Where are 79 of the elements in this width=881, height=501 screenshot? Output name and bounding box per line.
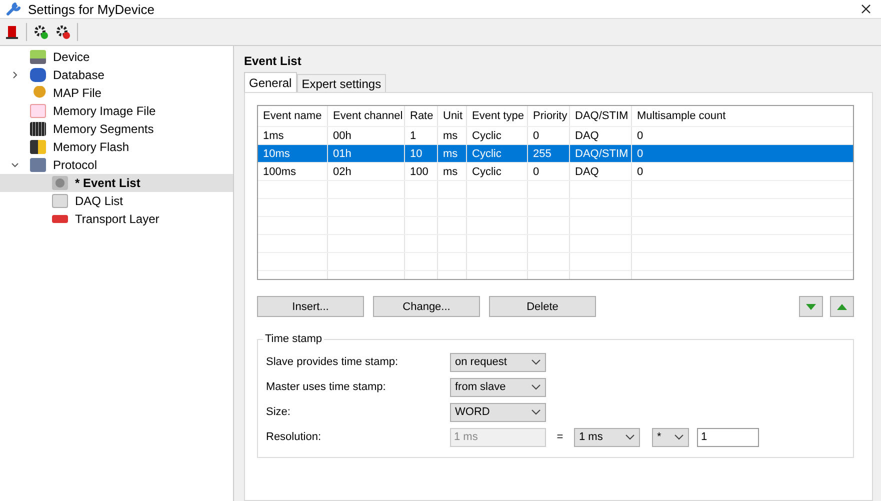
column-header[interactable]: Unit (438, 106, 467, 126)
close-icon[interactable] (861, 4, 871, 14)
flash-icon (30, 140, 46, 154)
tree-item[interactable]: Database (0, 66, 233, 84)
action-button[interactable]: Delete (489, 296, 596, 317)
table-cell: DAQ (570, 127, 632, 144)
tree-item[interactable]: Transport Layer (0, 210, 233, 228)
device-icon (30, 50, 46, 64)
table-cell: ms (438, 145, 467, 162)
wrench-icon (6, 1, 22, 17)
field-label: Size: (266, 406, 292, 418)
panel-title: Event List (244, 54, 302, 70)
table-cell-text: 0 (636, 146, 644, 162)
tree-item[interactable]: * Event List (0, 174, 233, 192)
tab[interactable]: Expert settings (296, 74, 386, 92)
tree-item[interactable]: Memory Segments (0, 120, 233, 138)
column-header[interactable]: DAQ/STIM (570, 106, 632, 126)
table-cell: DAQ/STIM (570, 145, 632, 162)
column-header[interactable]: Priority (528, 106, 570, 126)
table-cell: 0 (528, 127, 570, 144)
tree-item[interactable]: Device (0, 48, 233, 66)
table-cell-text: 0 (636, 164, 644, 180)
chevron-down-icon (531, 384, 541, 390)
table-cell: ms (438, 163, 467, 180)
tree-item[interactable]: Memory Image File (0, 102, 233, 120)
table-cell: DAQ (570, 163, 632, 180)
table-cell: 00h (328, 127, 405, 144)
dropdown[interactable]: WORD (450, 402, 546, 422)
chip-icon (30, 122, 46, 136)
table-cell: 10ms (258, 145, 328, 162)
column-header[interactable]: Rate (405, 106, 438, 126)
move-up-button[interactable] (830, 296, 854, 317)
table-cell: Cyclic (467, 127, 528, 144)
tree-item[interactable]: Protocol (0, 156, 233, 174)
window-title: Settings for MyDevice (28, 2, 154, 16)
dropdown[interactable]: from slave (450, 378, 546, 396)
table-cell-text: 0 (636, 128, 644, 144)
table-row[interactable]: 100ms 02h 100 ms Cyclic 0 DAQ 0 (258, 163, 853, 181)
action-button[interactable]: Insert... (257, 296, 364, 317)
table-cell: 100ms (258, 163, 328, 180)
table-cell: Cyclic (467, 163, 528, 180)
move-down-button[interactable] (799, 296, 823, 317)
dropdown[interactable]: on request (450, 352, 546, 372)
chevron-down-icon (531, 359, 541, 365)
tab[interactable]: General (244, 72, 297, 92)
table-cell: Cyclic (467, 145, 528, 162)
table-cell: 1ms (258, 127, 328, 144)
triangle-down-icon (806, 304, 816, 310)
tree-item[interactable]: DAQ List (0, 192, 233, 210)
column-header[interactable]: Event channel (328, 106, 405, 126)
table-cell: 0 (528, 163, 570, 180)
table-row[interactable]: 10ms 01h 10 ms Cyclic 255 DAQ/STIM 0 (258, 145, 853, 163)
column-header[interactable]: Event type (467, 106, 528, 126)
column-header[interactable]: Event name (258, 106, 328, 126)
table-cell: 10 (405, 145, 438, 162)
chevron-down-icon (531, 409, 541, 415)
chevron-down-icon (625, 434, 635, 440)
table-cell: 01h (328, 145, 405, 162)
chevron-down-icon (674, 434, 684, 440)
column-header[interactable]: Multisample count (632, 106, 853, 126)
gear-cross-icon[interactable] (55, 24, 71, 40)
group-title: Time stamp (263, 333, 324, 345)
table-cell: ms (438, 127, 467, 144)
table-cell: 100 (405, 163, 438, 180)
action-button[interactable]: Change... (373, 296, 480, 317)
chevron-icon[interactable] (11, 161, 19, 169)
pages-icon (52, 194, 68, 208)
table-cell: 255 (528, 145, 570, 162)
table-cell: 02h (328, 163, 405, 180)
gear-check-icon[interactable] (33, 24, 49, 40)
tree-item[interactable]: Memory Flash (0, 138, 233, 156)
tree-item[interactable]: MAP File (0, 84, 233, 102)
field-label: Master uses time stamp: (266, 381, 387, 393)
table-cell: 1 (405, 127, 438, 144)
chevron-icon[interactable] (11, 71, 19, 79)
field-label: Slave provides time stamp: (266, 356, 400, 368)
field-label: Resolution: (266, 431, 322, 443)
triangle-up-icon (837, 304, 847, 310)
equals-sign: = (556, 431, 564, 443)
